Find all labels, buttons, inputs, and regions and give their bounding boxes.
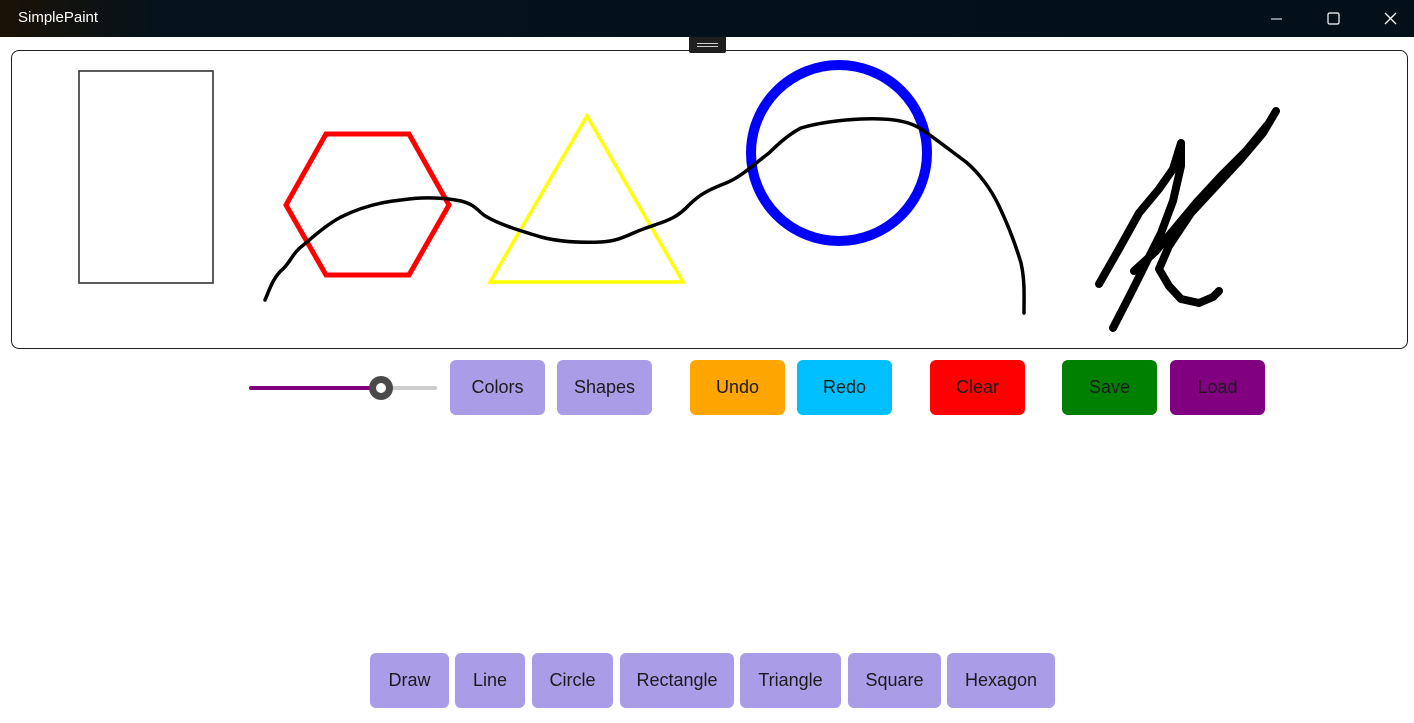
tool-rectangle-button[interactable]: Rectangle bbox=[620, 653, 734, 708]
drag-handle[interactable] bbox=[689, 37, 726, 53]
clear-button[interactable]: Clear bbox=[930, 360, 1025, 415]
drawn-hexagon bbox=[283, 131, 452, 278]
brush-size-slider[interactable] bbox=[248, 376, 438, 400]
maximize-icon bbox=[1327, 12, 1340, 25]
tool-line-button[interactable]: Line bbox=[455, 653, 525, 708]
colors-button[interactable]: Colors bbox=[450, 360, 545, 415]
title-bar: SimplePaint bbox=[0, 0, 1414, 37]
slider-thumb[interactable] bbox=[368, 376, 393, 400]
close-icon bbox=[1384, 12, 1397, 25]
load-button[interactable]: Load bbox=[1170, 360, 1265, 415]
drawn-circle bbox=[746, 60, 932, 246]
shapes-button[interactable]: Shapes bbox=[557, 360, 652, 415]
undo-button[interactable]: Undo bbox=[690, 360, 785, 415]
drawn-scribble-stroke-2 bbox=[1130, 107, 1280, 307]
tool-square-button[interactable]: Square bbox=[848, 653, 941, 708]
grip-line-bottom bbox=[697, 46, 718, 47]
save-button[interactable]: Save bbox=[1062, 360, 1157, 415]
drawing-canvas[interactable] bbox=[11, 50, 1408, 349]
tool-triangle-button[interactable]: Triangle bbox=[740, 653, 841, 708]
redo-button[interactable]: Redo bbox=[797, 360, 892, 415]
drawn-triangle bbox=[486, 112, 687, 284]
minimize-icon bbox=[1270, 18, 1282, 19]
slider-fill bbox=[249, 386, 381, 390]
canvas-drawing bbox=[78, 60, 1280, 332]
tool-draw-button[interactable]: Draw bbox=[370, 653, 449, 708]
minimize-button[interactable] bbox=[1248, 0, 1305, 37]
tool-circle-button[interactable]: Circle bbox=[532, 653, 613, 708]
tool-hexagon-button[interactable]: Hexagon bbox=[947, 653, 1055, 708]
window-title: SimplePaint bbox=[18, 9, 99, 26]
slider-thumb-dot bbox=[375, 383, 386, 393]
drawn-rectangle bbox=[78, 70, 214, 284]
close-button[interactable] bbox=[1362, 0, 1414, 37]
grip-line-top bbox=[697, 43, 718, 44]
maximize-button[interactable] bbox=[1305, 0, 1362, 37]
